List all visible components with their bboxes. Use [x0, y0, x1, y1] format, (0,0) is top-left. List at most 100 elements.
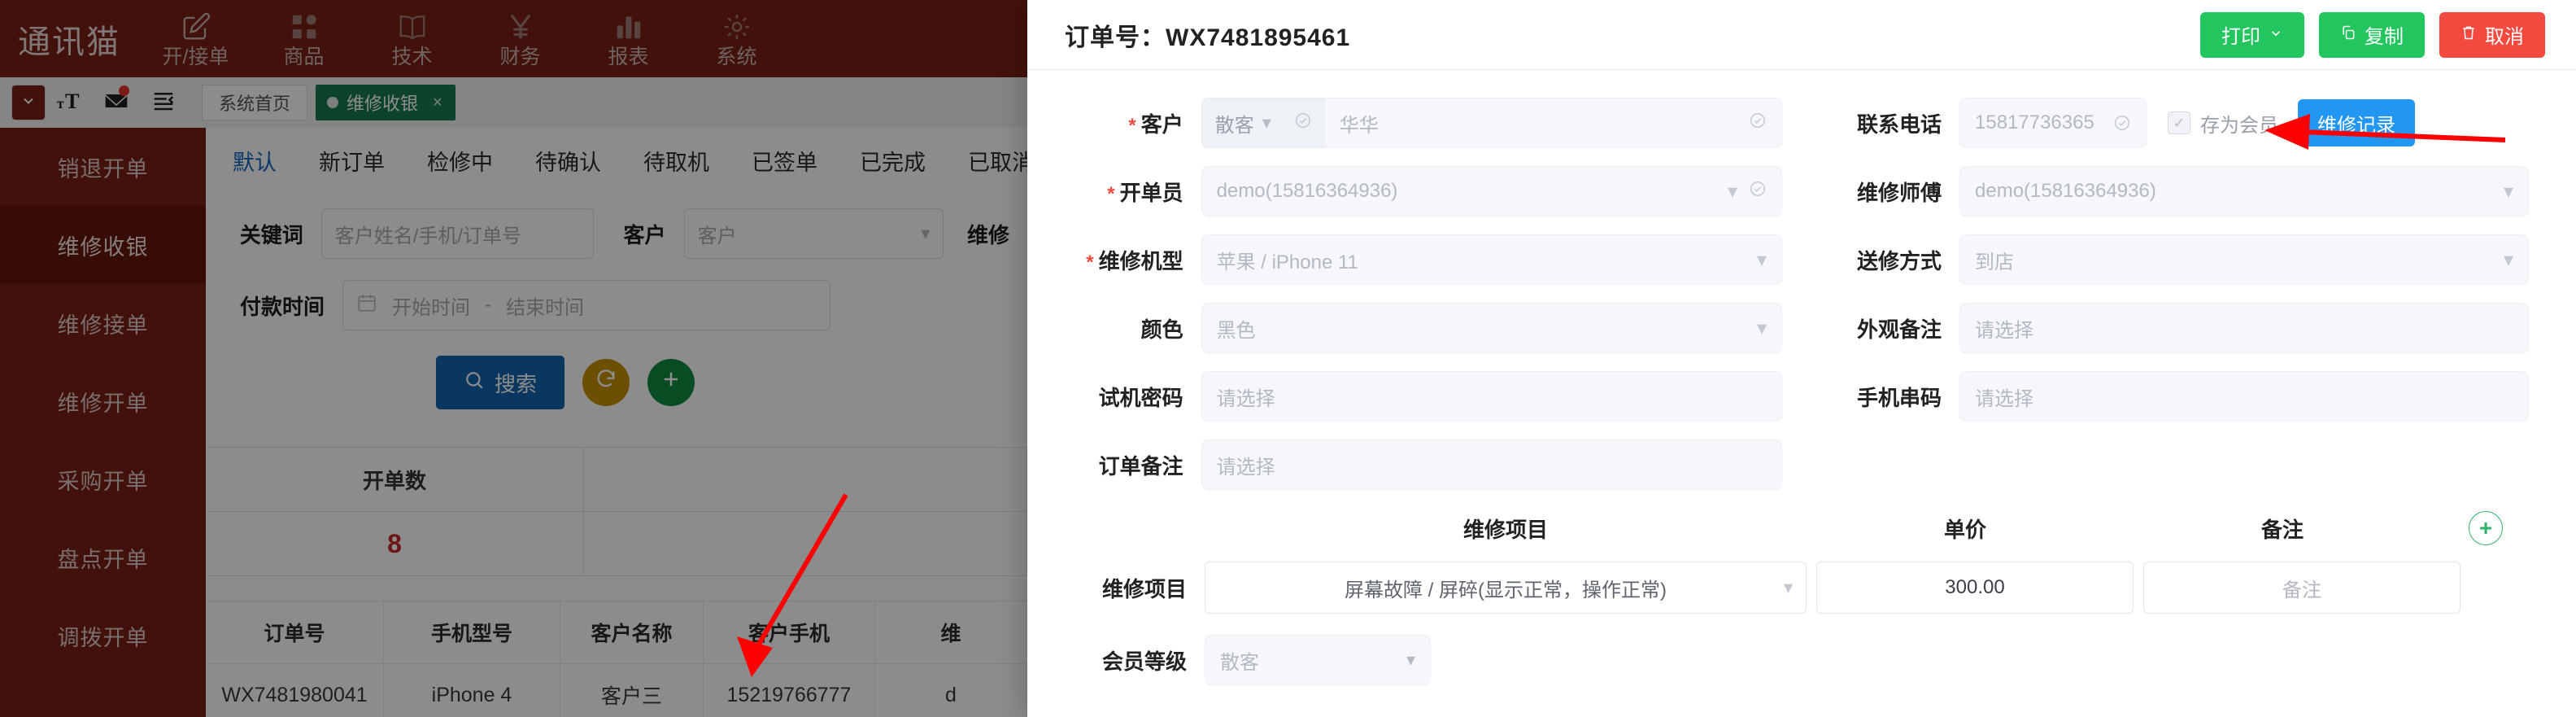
- table-row[interactable]: WX7481980041 iPhone 4 客户三 15219766777 d: [206, 664, 1027, 717]
- sidebar-item-label: 调拨开单: [57, 625, 149, 650]
- edit-square-icon: [181, 10, 211, 44]
- column-header-price: 单价: [1943, 517, 1986, 542]
- column-header-item: 维修项目: [1462, 517, 1548, 542]
- cell-phone-model: iPhone 4: [384, 664, 560, 717]
- brand-logo: 通讯猫: [18, 24, 120, 60]
- nav-item-kaijiedan[interactable]: 开/接单: [142, 0, 250, 77]
- technician-select[interactable]: demo(15816364936) ▾: [1959, 166, 2529, 216]
- tab-jianxiuzhong[interactable]: 检修中: [427, 145, 493, 177]
- tab-yiquxiao[interactable]: 已取消: [968, 145, 1027, 177]
- clerk-select[interactable]: demo(15816364936) ▾: [1201, 166, 1782, 216]
- tab-label: 检修中: [427, 150, 493, 175]
- gear-icon: [721, 10, 752, 44]
- sidebar-item-weixiujiedan[interactable]: 维修接单: [0, 284, 206, 362]
- repair-record-button[interactable]: 维修记录: [2298, 99, 2415, 146]
- member-level-select[interactable]: 散客 ▾: [1205, 635, 1431, 685]
- font-size-icon: т T: [57, 89, 81, 117]
- delivery-label: 送修方式: [1856, 248, 1942, 273]
- cancel-order-button[interactable]: 取消: [2439, 11, 2545, 58]
- search-button[interactable]: 搜索: [436, 356, 565, 409]
- form-col-left: 客户 散客 ▾ 华华: [1027, 98, 1782, 148]
- nav-item-xitong[interactable]: 系统: [682, 0, 791, 77]
- test-password-input[interactable]: 请选择: [1201, 371, 1782, 422]
- column-header: 订单号: [206, 601, 384, 664]
- repair-record-label: 维修记录: [2317, 114, 2395, 137]
- summary-value-cell: 8: [206, 512, 584, 576]
- date-range-picker[interactable]: 开始时间 - 结束时间: [342, 280, 830, 330]
- sidebar-item-pandiankaidan[interactable]: 盘点开单: [0, 518, 206, 597]
- chevron-down-icon: ▾: [921, 223, 931, 243]
- sidebar-item-label: 盘点开单: [57, 547, 149, 572]
- column-header: 手机型号: [384, 601, 560, 664]
- nav-item-baobiao[interactable]: 报表: [574, 0, 682, 77]
- repair-item-note-input[interactable]: 备注: [2143, 562, 2460, 614]
- imei-label: 手机串码: [1856, 385, 1942, 410]
- sidebar-item-xiaotuikaidan[interactable]: 销退开单: [0, 128, 206, 206]
- repair-item-select[interactable]: 屏幕故障 / 屏碎(显示正常，操作正常) ▾: [1205, 562, 1807, 614]
- tab-yiqiandan[interactable]: 已签单: [752, 145, 817, 177]
- customer-select-value: 客户: [697, 225, 737, 247]
- repair-model-select[interactable]: 苹果 / iPhone 11 ▾: [1201, 234, 1782, 285]
- tab-yiwancheng[interactable]: 已完成: [860, 145, 926, 177]
- form-col-right: 维修师傅 demo(15816364936) ▾: [1782, 166, 2539, 216]
- nav-item-shangpin[interactable]: 商品: [250, 0, 358, 77]
- add-item-button[interactable]: +: [2441, 511, 2530, 545]
- check-circle-icon: [2113, 114, 2131, 132]
- notification-dot: [119, 85, 129, 96]
- customer-type-select[interactable]: 散客 ▾: [1201, 98, 1325, 148]
- imei-placeholder: 请选择: [1975, 387, 2033, 410]
- save-as-member-checkbox[interactable]: ✓ 存为会员: [2168, 109, 2278, 138]
- sidebar-item-weixiukaidan[interactable]: 维修开单: [0, 362, 206, 440]
- sidebar-item-caigoukaidan[interactable]: 采购开单: [0, 440, 206, 518]
- tab-daiquji[interactable]: 待取机: [643, 145, 709, 177]
- add-button[interactable]: [647, 359, 695, 406]
- color-select[interactable]: 黑色 ▾: [1201, 303, 1782, 353]
- customer-name-input[interactable]: 华华: [1324, 98, 1782, 148]
- page-title: 订单号：WX7481895461: [1065, 17, 1350, 53]
- clerk-label: 开单员: [1027, 177, 1183, 207]
- repair-item-price-input[interactable]: 300.00: [1816, 562, 2134, 614]
- check-circle-icon: [1749, 180, 1767, 203]
- copy-button[interactable]: 复制: [2319, 11, 2425, 58]
- sidebar-item-diaobokaidan[interactable]: 调拨开单: [0, 597, 206, 675]
- imei-input[interactable]: 请选择: [1959, 371, 2529, 422]
- copy-icon: [2340, 24, 2356, 46]
- cell-customer-phone: 15219766777: [704, 664, 875, 717]
- sidebar-item-label: 维修收银: [57, 234, 149, 260]
- delivery-method-select[interactable]: 到店 ▾: [1959, 234, 2529, 285]
- repair-item-row: 屏幕故障 / 屏碎(显示正常，操作正常) ▾ 300.00 备注: [1205, 562, 2530, 614]
- chevron-down-icon: ▾: [1756, 248, 1767, 271]
- calendar-icon: [356, 292, 377, 319]
- collapse-menu-button[interactable]: [11, 85, 46, 120]
- tab-weixiu-shouyin[interactable]: 维修收银 ×: [316, 85, 455, 120]
- messages-button[interactable]: [93, 77, 140, 128]
- close-icon[interactable]: ×: [433, 94, 442, 112]
- tab-label: 待确认: [535, 150, 601, 175]
- appearance-note-input[interactable]: 请选择: [1959, 303, 2529, 353]
- tab-moren[interactable]: 默认: [233, 145, 277, 177]
- list-collapse-button[interactable]: [140, 77, 187, 128]
- grid-dots-icon: [289, 10, 320, 44]
- font-size-button[interactable]: т T: [46, 77, 93, 128]
- clerk-value: demo(15816364936): [1216, 180, 1398, 202]
- customer-field-group: 散客 ▾ 华华: [1201, 98, 1782, 148]
- search-input[interactable]: 客户姓名/手机/订单号: [320, 208, 595, 259]
- customer-select[interactable]: 客户 ▾: [683, 208, 944, 259]
- nav-item-caiwu[interactable]: 财务: [466, 0, 574, 77]
- test-password-label: 试机密码: [1098, 385, 1183, 410]
- tab-system-home[interactable]: 系统首页: [202, 85, 308, 120]
- column-header: 维: [875, 601, 1027, 664]
- print-button[interactable]: 打印: [2200, 11, 2304, 58]
- tab-xindingdan[interactable]: 新订单: [319, 145, 385, 177]
- svg-text:т: т: [57, 94, 64, 111]
- order-note-input[interactable]: 请选择: [1201, 439, 1782, 490]
- tab-daiqueren[interactable]: 待确认: [535, 145, 601, 177]
- nav-item-jishu[interactable]: 技术: [358, 0, 466, 77]
- summary-header-cell: [584, 448, 1027, 512]
- sidebar-item-weixiushouyin[interactable]: 维修收银: [0, 206, 206, 284]
- plus-icon: [660, 368, 682, 397]
- refresh-button[interactable]: [582, 359, 630, 406]
- contact-phone-input[interactable]: 15817736365: [1959, 98, 2147, 148]
- trash-icon: [2460, 24, 2477, 46]
- chevron-down-icon: ▾: [2503, 248, 2513, 271]
